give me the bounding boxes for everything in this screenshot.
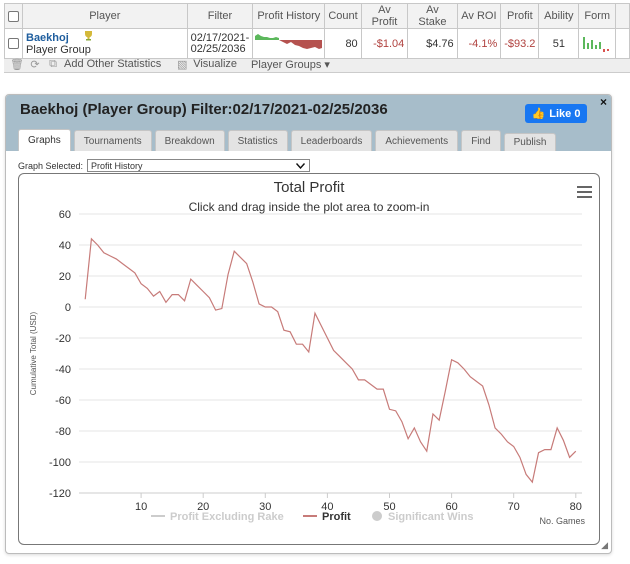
panel-header: Baekhoj (Player Group) Filter:02/17/2021… xyxy=(6,95,611,151)
legend-marker-significant-wins xyxy=(372,511,382,521)
table-header-row: Player Filter Profit History Count Av Pr… xyxy=(4,3,630,29)
chart-subtitle: Click and drag inside the plot area to z… xyxy=(188,200,430,214)
add-other-statistics-button[interactable]: Add Other Statistics xyxy=(64,58,161,70)
y-tick-label: -120 xyxy=(49,488,71,500)
chart-menu-icon[interactable] xyxy=(577,186,592,201)
tab-statistics[interactable]: Statistics xyxy=(227,130,288,151)
graph-select-value: Profit History xyxy=(91,160,143,171)
select-all-checkbox[interactable] xyxy=(8,10,19,22)
profit-chart[interactable]: 60 40 20 0 -20 -40 -60 -80 -100 -120 10 20 30 40 50 60 7… xyxy=(18,173,600,545)
y-tick-label: 40 xyxy=(59,240,71,252)
x-tick-label: 80 xyxy=(570,501,582,513)
profit-value: -$93.2 xyxy=(500,28,540,59)
chart-svg[interactable]: 6040200-20-40-60-80-100-12010 20 30 40 50 60 7… xyxy=(19,174,601,546)
graph-selector: Graph Selected: Profit History xyxy=(18,159,311,172)
player-name-link[interactable]: Baekhoj xyxy=(26,32,69,44)
y-tick-label: -60 xyxy=(55,395,71,407)
tab-tournaments[interactable]: Tournaments xyxy=(73,130,152,151)
close-icon[interactable]: × xyxy=(600,95,607,109)
refresh-icon[interactable]: ⟳ xyxy=(28,58,42,71)
y-axis-label: Cumulative Total (USD) xyxy=(29,311,38,395)
y-tick-label: 20 xyxy=(59,271,71,283)
panel-tabs: Graphs Tournaments Breakdown Statistics … xyxy=(18,129,557,151)
extra-cell xyxy=(615,28,630,59)
av-profit-value: -$1.04 xyxy=(360,28,409,59)
player-groups-label: Player Groups xyxy=(251,58,322,71)
y-tick-label: 0 xyxy=(65,302,71,314)
col-profit[interactable]: Profit xyxy=(500,3,540,29)
player-groups-dropdown[interactable]: Player Groups ▾ xyxy=(251,58,330,71)
av-stake-value: $4.76 xyxy=(407,28,458,59)
stats-table: Player Filter Profit History Count Av Pr… xyxy=(4,3,630,59)
visualize-button[interactable]: Visualize xyxy=(193,58,237,70)
col-form[interactable]: Form xyxy=(578,3,617,29)
tab-publish[interactable]: Publish xyxy=(503,133,557,151)
x-tick-label: 70 xyxy=(508,501,520,513)
stats-panel: Player Filter Profit History Count Av Pr… xyxy=(4,3,630,73)
y-tick-label: -80 xyxy=(55,426,71,438)
chevron-down-icon xyxy=(296,161,306,171)
tab-graphs[interactable]: Graphs xyxy=(18,129,71,151)
like-label: Like 0 xyxy=(549,107,581,120)
legend-label-significant-wins: Significant Wins xyxy=(388,511,473,523)
table-row[interactable]: Baekhoj Player Group 02/17/2021- 02/25/2… xyxy=(4,28,630,59)
trash-icon[interactable]: 🗑 xyxy=(10,58,24,71)
tab-leaderboards[interactable]: Leaderboards xyxy=(290,130,373,151)
x-axis-label: No. Games xyxy=(539,516,585,526)
col-av-stake[interactable]: Av Stake xyxy=(407,3,458,29)
caret-down-icon: ▾ xyxy=(324,58,330,71)
count-value: 80 xyxy=(324,28,362,59)
graph-select-dropdown[interactable]: Profit History xyxy=(87,159,311,172)
legend-label-profit-excluding-rake: Profit Excluding Rake xyxy=(170,511,284,523)
graph-selected-label: Graph Selected: xyxy=(18,160,84,171)
add-stats-icon[interactable]: ⧉ xyxy=(46,58,60,71)
y-tick-label: -40 xyxy=(55,364,71,376)
player-cell: Baekhoj Player Group xyxy=(22,28,188,59)
ability-value: 51 xyxy=(538,28,580,59)
panel-title: Baekhoj (Player Group) Filter:02/17/2021… xyxy=(20,101,388,118)
tab-find[interactable]: Find xyxy=(461,130,501,151)
profit-history-sparkline xyxy=(252,28,326,59)
facebook-like-button[interactable]: 👍 Like 0 xyxy=(525,104,587,123)
filter-end: 02/25/2036 xyxy=(190,42,246,55)
col-av-profit[interactable]: Av Profit xyxy=(360,3,409,29)
tab-achievements[interactable]: Achievements xyxy=(375,130,459,151)
image-icon[interactable]: ▧ xyxy=(175,58,189,71)
col-player[interactable]: Player xyxy=(22,3,188,29)
x-tick-label: 10 xyxy=(135,501,147,513)
filter-cell: 02/17/2021- 02/25/2036 xyxy=(186,28,254,59)
tab-breakdown[interactable]: Breakdown xyxy=(154,130,225,151)
y-tick-label: -20 xyxy=(55,333,71,345)
row-checkbox-cell[interactable] xyxy=(4,28,23,59)
table-toolbar: 🗑 ⟳ ⧉ Add Other Statistics ▧ Visualize P… xyxy=(10,55,330,73)
player-group-panel: Baekhoj (Player Group) Filter:02/17/2021… xyxy=(5,94,612,554)
resize-handle-icon[interactable]: ◢ xyxy=(601,540,608,551)
thumbs-up-icon: 👍 xyxy=(531,108,546,120)
legend-label-profit: Profit xyxy=(322,511,351,523)
col-ability[interactable]: Ability xyxy=(538,3,580,29)
y-tick-label: -100 xyxy=(49,457,71,469)
col-profit-history[interactable]: Profit History xyxy=(252,3,326,29)
col-av-roi[interactable]: Av ROI xyxy=(456,3,502,29)
trophy-icon xyxy=(84,31,93,44)
chart-title: Total Profit xyxy=(273,179,345,196)
select-all-checkbox-cell[interactable] xyxy=(4,3,23,29)
av-roi-value: -4.1% xyxy=(456,28,502,59)
form-sparkline xyxy=(578,28,617,59)
row-checkbox[interactable] xyxy=(8,38,19,50)
col-extra xyxy=(615,3,630,29)
col-count[interactable]: Count xyxy=(324,3,362,29)
col-filter[interactable]: Filter xyxy=(186,3,254,29)
filter-start: 02/17/2021- xyxy=(190,31,250,44)
series-line-profit xyxy=(84,237,577,484)
